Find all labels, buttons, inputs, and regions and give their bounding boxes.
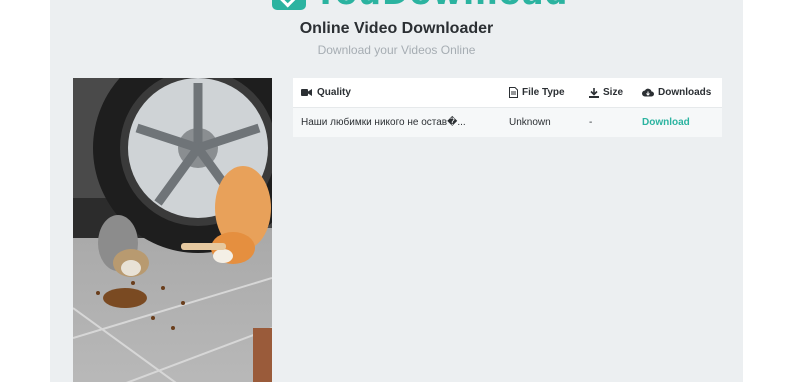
page-title: Online Video Downloader <box>299 20 494 37</box>
file-icon <box>509 87 518 98</box>
header-size: Size <box>589 87 642 98</box>
cell-download: Download <box>642 117 722 128</box>
video-thumbnail <box>73 78 272 382</box>
cell-file-type: Unknown <box>509 117 551 128</box>
logo-check-icon <box>272 0 306 10</box>
download-link[interactable]: Download <box>642 117 690 128</box>
brand-name: YouDownload <box>314 0 568 10</box>
header-downloads: Downloads <box>642 87 722 98</box>
header-file-type-label: File Type <box>522 87 565 98</box>
page-subtitle: Download your Videos Online <box>317 43 476 57</box>
video-camera-icon <box>301 89 312 96</box>
cloud-download-icon <box>642 88 654 97</box>
header-file-type: File Type <box>509 87 589 98</box>
header-downloads-label: Downloads <box>658 87 712 98</box>
download-icon <box>589 87 599 98</box>
cell-quality: Наши любимки никого не остав�... <box>301 117 466 128</box>
header-quality: Quality <box>293 87 509 98</box>
header-size-label: Size <box>603 87 624 98</box>
thumbnail-image <box>73 78 272 382</box>
table-header-row: Quality File Type Size Downloads <box>293 78 722 108</box>
download-table: Quality File Type Size Downloads Наши лю… <box>293 78 722 137</box>
main-panel: YouDownload Online Video Downloader Down… <box>50 0 743 382</box>
table-row: Наши любимки никого не остав�... Unknown… <box>293 108 722 137</box>
brand-logo[interactable]: YouDownload <box>272 0 568 10</box>
header-quality-label: Quality <box>317 87 351 98</box>
cell-size: - <box>589 117 593 128</box>
